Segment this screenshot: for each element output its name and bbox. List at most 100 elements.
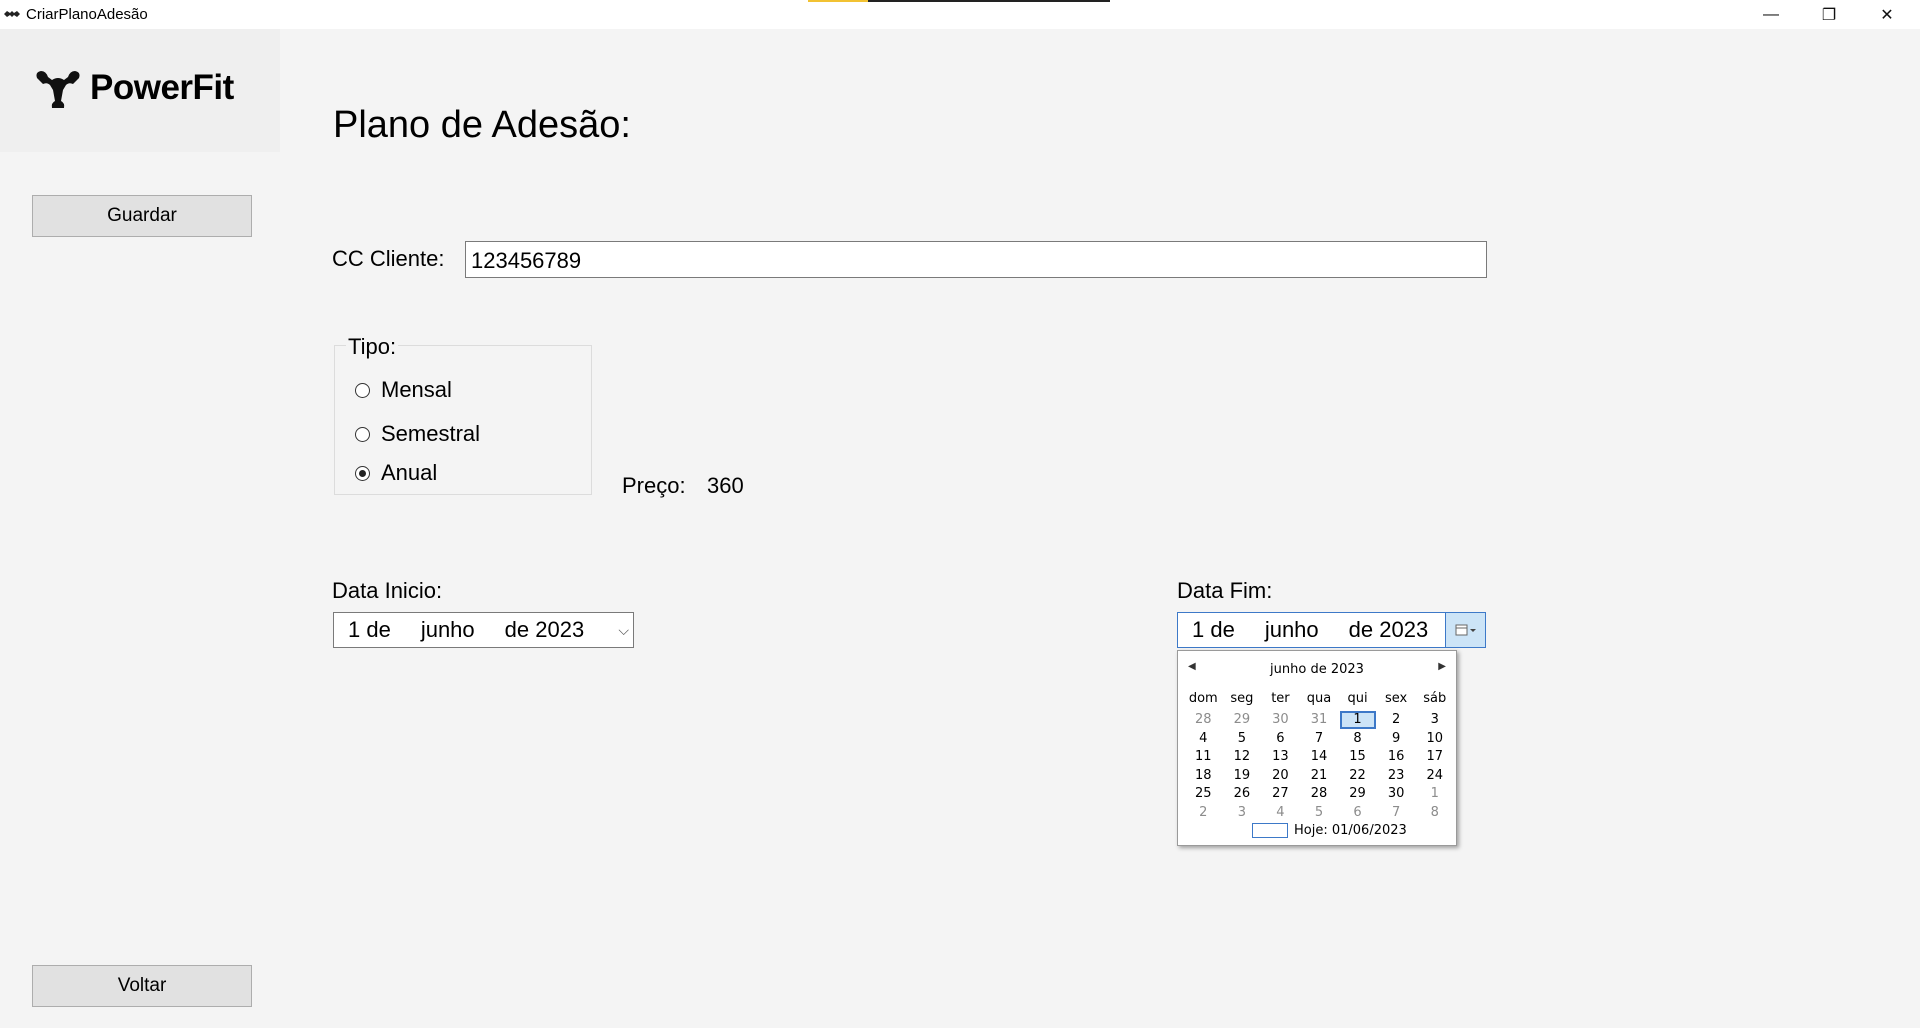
calendar-day[interactable]: 11: [1184, 748, 1223, 767]
calendar-day-number: 24: [1426, 767, 1443, 783]
radio-semestral-label: Semestral: [381, 421, 481, 446]
calendar-day[interactable]: 4: [1261, 804, 1300, 823]
calendar-day-number: 1: [1339, 711, 1376, 729]
calendar-day-number: 11: [1195, 749, 1212, 765]
price-label: Preço:: [622, 473, 686, 498]
radio-anual[interactable]: Anual: [355, 460, 437, 486]
calendar-day[interactable]: 23: [1377, 767, 1416, 786]
calendar-day[interactable]: 29: [1338, 785, 1377, 804]
calendar-day[interactable]: 9: [1377, 730, 1416, 749]
calendar-day-number: 5: [1237, 730, 1246, 746]
calendar-weekdays: dom seg ter qua qui sex sáb: [1184, 691, 1454, 706]
calendar-day-selected[interactable]: 1: [1338, 711, 1377, 730]
calendar-days-grid[interactable]: 28 29 30 31 1 2 3 4 5 6 7 8 9 10 11 12 13 14 15 16 17 18 19 20 2…: [1184, 711, 1454, 823]
calendar-day-number: 28: [1310, 786, 1328, 802]
end-date-year[interactable]: de 2023: [1349, 617, 1429, 643]
calendar-day[interactable]: 29: [1223, 711, 1262, 730]
calendar-day[interactable]: 24: [1415, 767, 1454, 786]
radio-semestral[interactable]: Semestral: [355, 421, 480, 447]
calendar-day[interactable]: 3: [1415, 711, 1454, 730]
calendar-day-number: 3: [1237, 804, 1246, 820]
calendar-month-title[interactable]: junho de 2023: [1178, 662, 1456, 677]
flexing-arm-icon: [36, 71, 80, 108]
calendar-day-number: 4: [1276, 804, 1285, 820]
start-date-year[interactable]: de 2023: [505, 617, 585, 643]
start-date-month[interactable]: junho: [421, 617, 475, 643]
today-label[interactable]: Hoje: 01/06/2023: [1294, 823, 1407, 838]
back-button[interactable]: Voltar: [32, 965, 252, 1007]
calendar-dropdown-button[interactable]: [1445, 613, 1485, 647]
calendar-day[interactable]: 28: [1184, 711, 1223, 730]
calendar-day[interactable]: 7: [1377, 804, 1416, 823]
today-marker: [1252, 823, 1288, 838]
calendar-day[interactable]: 8: [1415, 804, 1454, 823]
calendar-day[interactable]: 30: [1377, 785, 1416, 804]
close-button[interactable]: ✕: [1858, 0, 1916, 29]
calendar-day-number: 17: [1426, 749, 1443, 765]
calendar-day[interactable]: 5: [1300, 804, 1339, 823]
calendar-day[interactable]: 4: [1184, 730, 1223, 749]
start-date-picker[interactable]: 1 de junho de 2023 ⌵: [333, 612, 634, 648]
calendar-day[interactable]: 16: [1377, 748, 1416, 767]
calendar-day[interactable]: 30: [1261, 711, 1300, 730]
calendar-day-number: 2: [1199, 804, 1208, 820]
calendar-day-number: 31: [1310, 712, 1328, 727]
calendar-popup[interactable]: ◀ junho de 2023 ▶ dom seg ter qua qui sex sáb …: [1177, 650, 1457, 846]
radio-anual-circle[interactable]: [355, 465, 370, 481]
calendar-day[interactable]: 14: [1300, 748, 1339, 767]
calendar-day[interactable]: 19: [1223, 767, 1262, 786]
title-bar[interactable]: CriarPlanoAdesão — ❐ ✕: [0, 0, 1920, 29]
end-date-day[interactable]: 1 de: [1192, 617, 1235, 643]
calendar-day-number: 29: [1349, 786, 1366, 802]
radio-mensal-circle[interactable]: [355, 382, 370, 398]
calendar-icon: [1455, 624, 1476, 636]
calendar-day[interactable]: 28: [1300, 785, 1339, 804]
calendar-day[interactable]: 6: [1338, 804, 1377, 823]
calendar-day[interactable]: 3: [1223, 804, 1262, 823]
calendar-day-number: 23: [1387, 767, 1405, 783]
maximize-button[interactable]: ❐: [1800, 0, 1858, 29]
next-month-icon[interactable]: ▶: [1438, 661, 1446, 672]
cc-input[interactable]: 123456789: [465, 241, 1487, 278]
calendar-day[interactable]: 13: [1261, 748, 1300, 767]
calendar-day[interactable]: 7: [1300, 730, 1339, 749]
calendar-day-number: 2: [1391, 712, 1401, 727]
end-date-picker[interactable]: 1 de junho de 2023: [1177, 612, 1486, 648]
start-date-day[interactable]: 1 de: [348, 617, 391, 643]
page-title: Plano de Adesão:: [333, 104, 631, 146]
calendar-day[interactable]: 1: [1415, 785, 1454, 804]
calendar-day[interactable]: 6: [1261, 730, 1300, 749]
calendar-today-link[interactable]: Hoje: 01/06/2023: [1252, 823, 1407, 838]
calendar-day-number: 1: [1430, 786, 1439, 802]
calendar-day[interactable]: 31: [1300, 711, 1339, 730]
calendar-day[interactable]: 2: [1377, 711, 1416, 730]
end-date-month[interactable]: junho: [1265, 617, 1319, 643]
calendar-day[interactable]: 25: [1184, 785, 1223, 804]
calendar-day[interactable]: 26: [1223, 785, 1262, 804]
calendar-day[interactable]: 10: [1415, 730, 1454, 749]
calendar-day-number: 19: [1233, 767, 1251, 783]
calendar-day[interactable]: 27: [1261, 785, 1300, 804]
calendar-day[interactable]: 20: [1261, 767, 1300, 786]
calendar-day-number: 27: [1272, 786, 1289, 802]
minimize-button[interactable]: —: [1742, 0, 1800, 29]
app-icon: [4, 11, 20, 17]
calendar-day[interactable]: 2: [1184, 804, 1223, 823]
calendar-day[interactable]: 12: [1223, 748, 1262, 767]
radio-semestral-circle[interactable]: [355, 426, 370, 442]
calendar-day[interactable]: 22: [1338, 767, 1377, 786]
calendar-day[interactable]: 21: [1300, 767, 1339, 786]
radio-mensal[interactable]: Mensal: [355, 377, 452, 403]
logo-text: PowerFit: [90, 68, 234, 107]
calendar-day-number: 14: [1310, 749, 1328, 765]
chevron-down-icon[interactable]: ⌵: [618, 622, 629, 639]
calendar-day[interactable]: 5: [1223, 730, 1262, 749]
calendar-day[interactable]: 8: [1338, 730, 1377, 749]
calendar-day-number: 26: [1233, 786, 1251, 802]
calendar-day[interactable]: 17: [1415, 748, 1454, 767]
calendar-day-number: 16: [1387, 749, 1405, 765]
calendar-day-number: 21: [1310, 767, 1328, 783]
calendar-day[interactable]: 18: [1184, 767, 1223, 786]
calendar-day[interactable]: 15: [1338, 748, 1377, 767]
save-button[interactable]: Guardar: [32, 195, 252, 237]
